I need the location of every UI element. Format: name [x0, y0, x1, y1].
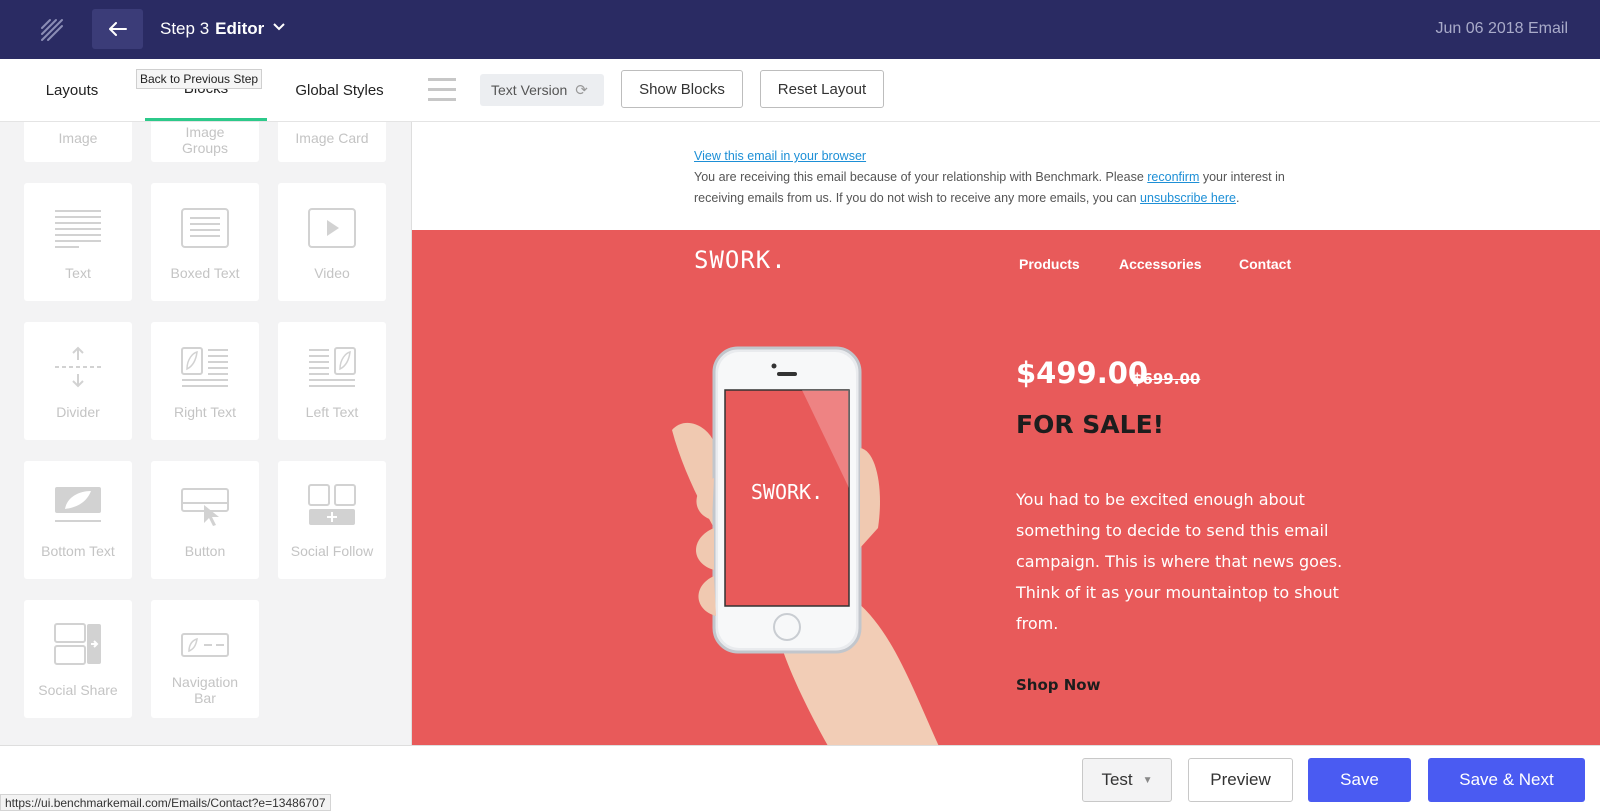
block-label: Boxed Text — [170, 265, 240, 281]
view-in-browser-link[interactable]: View this email in your browser — [694, 149, 866, 163]
chevron-down-icon[interactable] — [272, 22, 286, 32]
top-header: Step 3 Editor Jun 06 2018 Email — [0, 0, 1600, 59]
left-text-icon — [309, 347, 356, 387]
show-blocks-button[interactable]: Show Blocks — [621, 70, 743, 108]
text-icon — [55, 210, 101, 248]
test-label: Test — [1101, 770, 1133, 789]
right-text-icon — [181, 347, 228, 387]
editor-label: Editor — [215, 19, 265, 38]
tab-global-styles[interactable]: Global Styles — [272, 59, 407, 121]
block-label: Left Text — [305, 404, 359, 420]
block-label: Right Text — [174, 404, 236, 420]
preview-button[interactable]: Preview — [1188, 758, 1293, 802]
block-right-text[interactable]: Right Text — [151, 322, 259, 440]
sync-icon: ⟳ — [575, 82, 588, 99]
test-button[interactable]: Test ▼ — [1082, 758, 1172, 802]
bottom-text-icon — [55, 487, 101, 522]
email-preheader: View this email in your browser You are … — [694, 146, 1294, 209]
benchmark-logo-icon[interactable] — [36, 14, 68, 46]
block-label: Image Card — [295, 130, 369, 146]
boxed-text-icon — [181, 208, 229, 248]
sale-headline: FOR SALE! — [1016, 410, 1165, 439]
block-label: Navigation Bar — [171, 674, 239, 706]
social-share-icon — [54, 623, 101, 665]
email-nav-contact[interactable]: Contact — [1239, 256, 1291, 272]
notice-suffix: . — [1235, 191, 1240, 205]
block-social-share[interactable]: Social Share — [24, 600, 132, 718]
sale-price: $499.00 — [1016, 356, 1149, 390]
block-button[interactable]: Button — [151, 461, 259, 579]
document-title: Jun 06 2018 Email — [1435, 20, 1568, 37]
button-icon — [181, 488, 229, 526]
original-price: $699.00 — [1132, 370, 1201, 388]
block-boxed-text[interactable]: Boxed Text — [151, 183, 259, 301]
block-left-text[interactable]: Left Text — [278, 322, 386, 440]
tab-layouts[interactable]: Layouts — [20, 59, 124, 121]
block-label: Image — [58, 130, 98, 146]
notice-prefix: You are receiving this email because of … — [694, 170, 1144, 184]
block-video[interactable]: Video — [278, 183, 386, 301]
block-label: Social Follow — [290, 543, 374, 559]
block-social-follow[interactable]: Social Follow — [278, 461, 386, 579]
block-image-groups[interactable]: Image Groups — [151, 122, 259, 162]
promo-text: You had to be excited enough about somet… — [1016, 490, 1343, 633]
save-and-next-button[interactable]: Save & Next — [1428, 758, 1585, 802]
reconfirm-link[interactable]: reconfirm — [1147, 170, 1199, 184]
block-navigation-bar[interactable]: Navigation Bar — [151, 600, 259, 718]
social-follow-icon — [308, 484, 356, 525]
block-image[interactable]: Image — [24, 122, 132, 162]
arrow-left-icon — [108, 22, 127, 36]
video-icon — [308, 208, 356, 248]
phone-image: SWORK. — [662, 338, 982, 745]
status-bar-url: https://ui.benchmarkemail.com/Emails/Con… — [0, 794, 331, 811]
unsubscribe-link[interactable]: unsubscribe here — [1140, 191, 1236, 205]
email-nav-accessories[interactable]: Accessories — [1119, 256, 1202, 272]
email-hero-section[interactable]: SWORK. Products Accessories Contact SWOR… — [412, 230, 1600, 745]
text-version-button[interactable]: Text Version ⟳ — [480, 74, 604, 106]
back-button[interactable] — [92, 9, 143, 49]
block-label: Social Share — [38, 682, 118, 698]
email-canvas: View this email in your browser You are … — [412, 122, 1600, 745]
block-divider[interactable]: Divider — [24, 322, 132, 440]
block-image-card[interactable]: Image Card — [278, 122, 386, 162]
caret-down-icon: ▼ — [1142, 774, 1153, 786]
block-label: Button — [184, 543, 226, 559]
blocks-sidebar: Image Image Groups Image Card Text Boxed… — [0, 122, 412, 745]
step-label: Step 3 — [160, 19, 210, 38]
block-label: Image Groups — [182, 124, 228, 156]
block-label: Bottom Text — [41, 543, 115, 559]
divider-icon — [55, 346, 101, 388]
block-label: Text — [65, 265, 91, 281]
step-indicator[interactable]: Step 3 Editor — [160, 19, 264, 39]
back-tooltip: Back to Previous Step — [136, 69, 263, 89]
shop-now-link[interactable]: Shop Now — [1016, 676, 1100, 694]
email-logo: SWORK. — [694, 246, 787, 274]
navigation-bar-icon — [181, 633, 229, 657]
text-version-label: Text Version — [491, 82, 568, 98]
block-bottom-text[interactable]: Bottom Text — [24, 461, 132, 579]
block-label: Divider — [56, 404, 100, 420]
reset-layout-button[interactable]: Reset Layout — [760, 70, 884, 108]
block-label: Video — [314, 265, 350, 281]
menu-icon[interactable] — [428, 78, 458, 102]
save-button[interactable]: Save — [1308, 758, 1411, 802]
block-text[interactable]: Text — [24, 183, 132, 301]
email-nav-products[interactable]: Products — [1019, 256, 1080, 272]
phone-screen-logo: SWORK. — [750, 480, 824, 504]
